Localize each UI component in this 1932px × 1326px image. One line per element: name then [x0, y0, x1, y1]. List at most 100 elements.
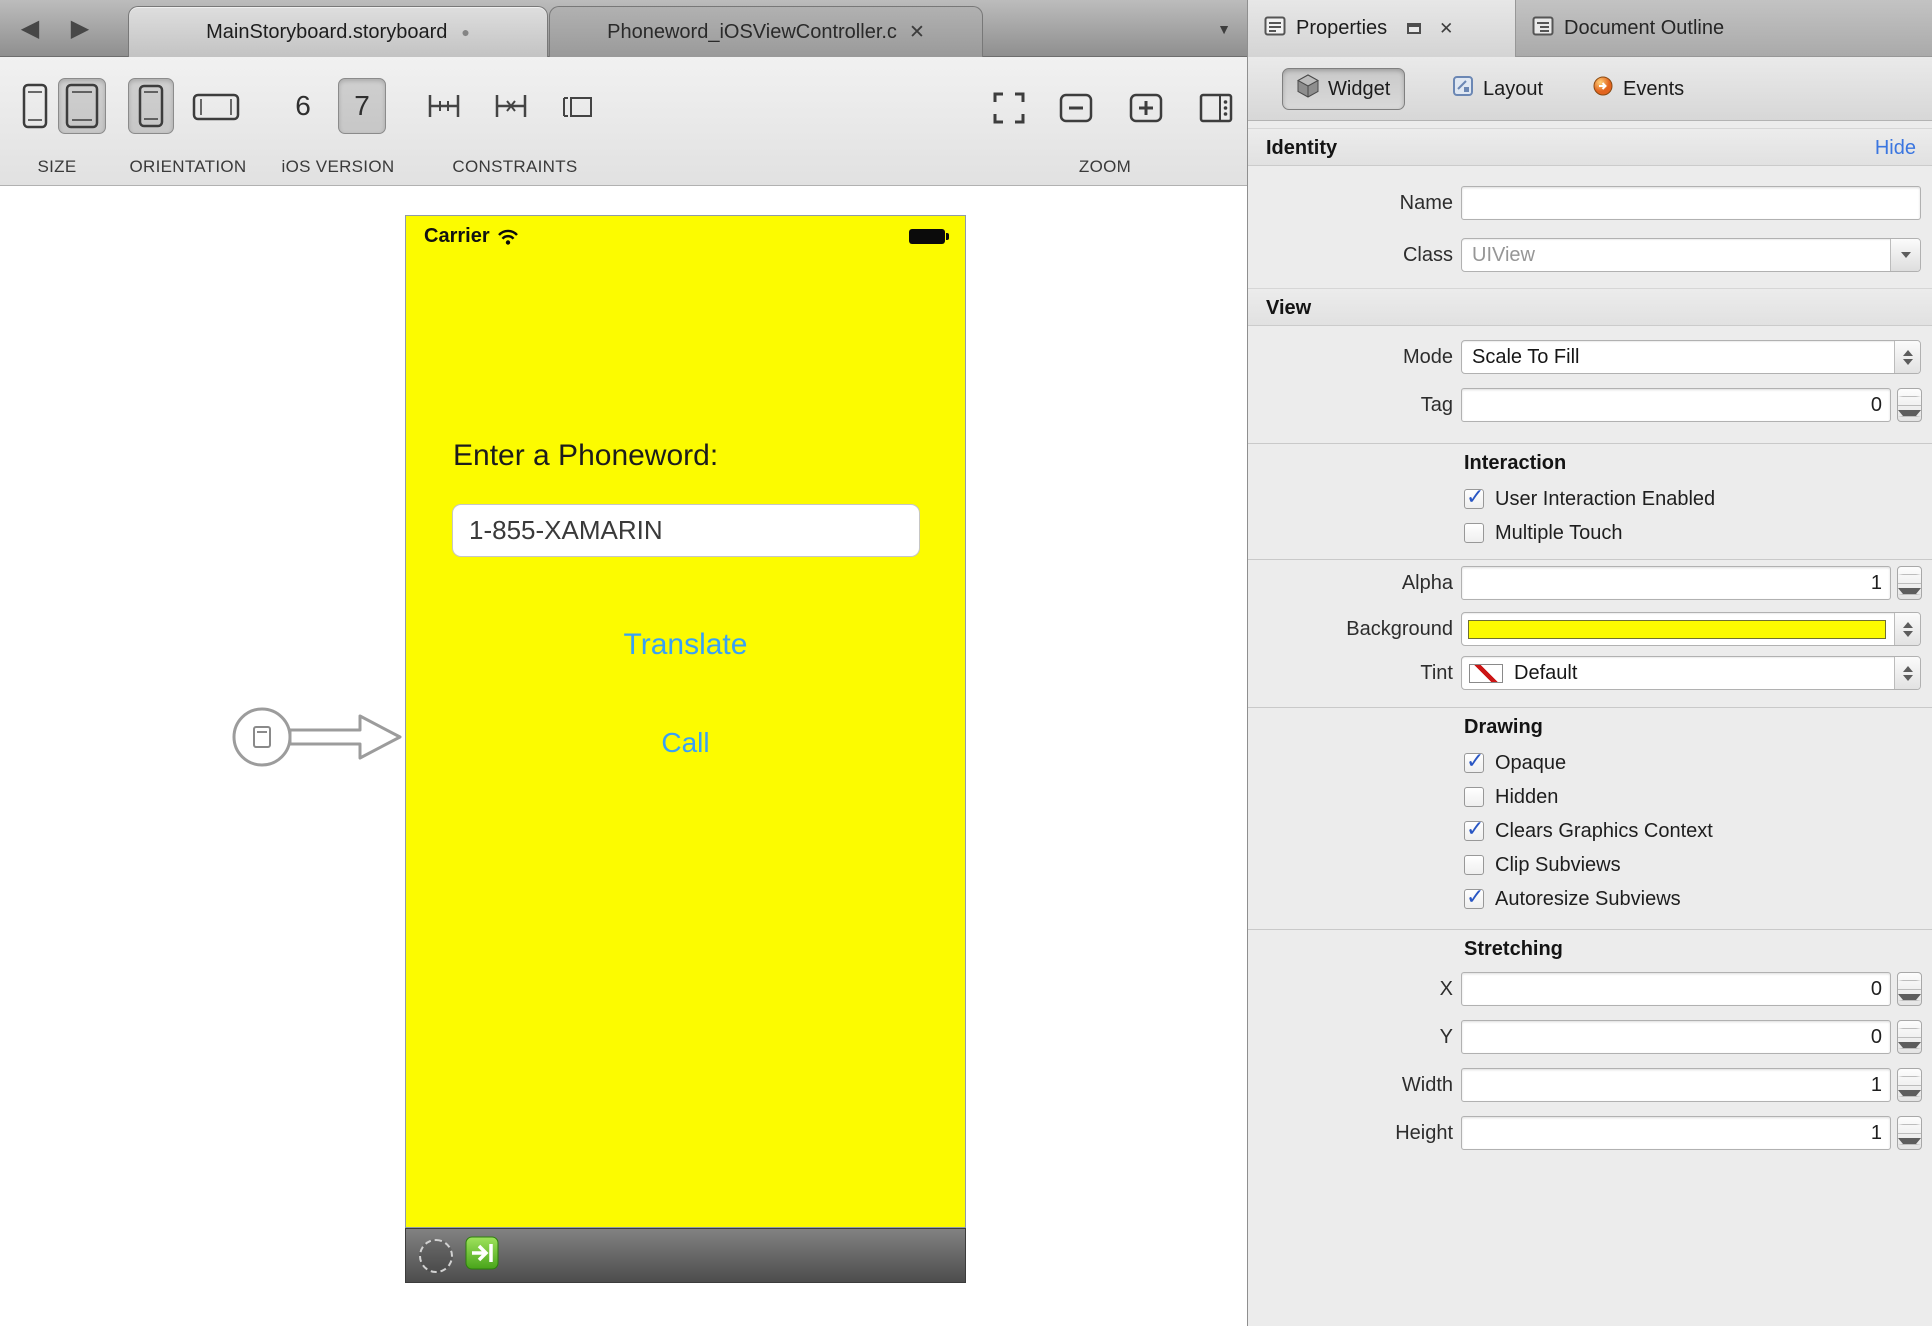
- initial-view-controller-arrow[interactable]: [228, 698, 408, 781]
- stretch-height-row: Height: [1248, 1116, 1932, 1150]
- x-stepper[interactable]: [1897, 972, 1922, 1006]
- alpha-label: Alpha: [1248, 566, 1453, 600]
- constraint-frame-icon[interactable]: [562, 91, 596, 121]
- tab-overflow-icon[interactable]: ▼: [1217, 0, 1231, 57]
- x-input[interactable]: [1461, 972, 1891, 1006]
- checkbox-label: Clears Graphics Context: [1495, 820, 1713, 843]
- phoneword-label[interactable]: Enter a Phoneword:: [453, 439, 718, 473]
- close-icon[interactable]: ✕: [1439, 19, 1453, 39]
- checkbox-label: Opaque: [1495, 752, 1566, 775]
- events-mode-button[interactable]: Events: [1578, 68, 1698, 110]
- design-surface[interactable]: Carrier Enter a Phoneword: Translate Cal…: [0, 186, 1247, 1326]
- no-color-swatch-icon: [1469, 664, 1503, 683]
- mode-label: Layout: [1483, 78, 1543, 101]
- class-value: UIView: [1472, 239, 1535, 271]
- checkbox-clip-subviews[interactable]: [1464, 855, 1484, 875]
- widget-cube-icon: [1297, 74, 1319, 104]
- root-view[interactable]: Carrier Enter a Phoneword: Translate Cal…: [405, 215, 966, 1228]
- first-responder-icon[interactable]: [419, 1239, 453, 1273]
- background-color-well[interactable]: [1461, 612, 1921, 646]
- battery-icon: [909, 229, 945, 244]
- ios7-button[interactable]: 7: [338, 78, 386, 134]
- checkbox-user-interaction-enabled[interactable]: [1464, 489, 1484, 509]
- height-stepper[interactable]: [1897, 1116, 1922, 1150]
- tint-row: Tint Default: [1248, 656, 1932, 690]
- scene-toolbar: [405, 1228, 966, 1283]
- tab-label: MainStoryboard.storyboard: [206, 21, 447, 44]
- orientation-portrait-icon[interactable]: [128, 78, 174, 134]
- designer-toolbar: SIZE ORIENTATION 6 7 iOS VERSION: [0, 57, 1247, 186]
- class-combo[interactable]: UIView: [1461, 238, 1921, 272]
- exit-segue-icon[interactable]: [465, 1236, 499, 1275]
- checkbox-opaque[interactable]: [1464, 753, 1484, 773]
- checkbox-row: User Interaction Enabled: [1464, 487, 1715, 511]
- popup-arrows-icon: [1894, 657, 1920, 689]
- wifi-icon: [497, 228, 519, 245]
- inspector-mode-bar: Widget Layout Events: [1248, 57, 1932, 121]
- background-label: Background: [1248, 612, 1453, 646]
- widget-mode-button[interactable]: Widget: [1282, 68, 1405, 110]
- mode-popup[interactable]: Scale To Fill: [1461, 340, 1921, 374]
- tag-stepper[interactable]: [1897, 388, 1922, 422]
- zoom-out-icon[interactable]: [1058, 92, 1094, 124]
- ios6-button[interactable]: 6: [288, 90, 318, 122]
- tint-popup[interactable]: Default: [1461, 656, 1921, 690]
- forward-button[interactable]: ▶: [58, 0, 102, 57]
- width-stepper[interactable]: [1897, 1068, 1922, 1102]
- divider: [1248, 929, 1932, 930]
- call-button[interactable]: Call: [406, 727, 965, 759]
- y-label: Y: [1248, 1020, 1453, 1054]
- mode-row: Mode Scale To Fill: [1248, 340, 1932, 374]
- y-input[interactable]: [1461, 1020, 1891, 1054]
- layout-mode-button[interactable]: Layout: [1438, 68, 1557, 110]
- dropdown-button[interactable]: [1890, 239, 1920, 271]
- checkbox-hidden[interactable]: [1464, 787, 1484, 807]
- checkbox-label: Hidden: [1495, 786, 1558, 809]
- zoom-fit-icon[interactable]: [992, 91, 1026, 125]
- drawing-header: Drawing: [1464, 716, 1543, 739]
- popup-arrows-icon: [1894, 613, 1920, 645]
- checkbox-clears-graphics-context[interactable]: [1464, 821, 1484, 841]
- background-row: Background: [1248, 612, 1932, 646]
- stretching-header: Stretching: [1464, 938, 1563, 961]
- constraint-width-icon[interactable]: [425, 91, 463, 121]
- detach-icon[interactable]: [1407, 23, 1421, 34]
- name-input[interactable]: [1461, 186, 1921, 220]
- alpha-input[interactable]: [1461, 566, 1891, 600]
- size-large-icon[interactable]: [58, 78, 106, 134]
- y-stepper[interactable]: [1897, 1020, 1922, 1054]
- checkbox-row: Opaque: [1464, 751, 1566, 775]
- close-icon[interactable]: ✕: [909, 21, 925, 44]
- tab-viewcontroller[interactable]: Phoneword_iOSViewController.c ✕: [549, 6, 983, 57]
- tag-input[interactable]: [1461, 388, 1891, 422]
- phoneword-text-field[interactable]: [452, 504, 920, 557]
- mode-label: Widget: [1328, 78, 1390, 101]
- checkbox-multiple-touch[interactable]: [1464, 523, 1484, 543]
- checkbox-row: Hidden: [1464, 785, 1558, 809]
- checkbox-label: User Interaction Enabled: [1495, 488, 1715, 511]
- document-tab-bar: ◀ ▶ MainStoryboard.storyboard ● Phonewor…: [0, 0, 1247, 57]
- hide-link[interactable]: Hide: [1875, 129, 1916, 167]
- orientation-landscape-icon[interactable]: [192, 93, 240, 121]
- zoom-actual-size-icon[interactable]: [1198, 92, 1234, 124]
- tab-mainstoryboard[interactable]: MainStoryboard.storyboard ●: [128, 6, 548, 57]
- alpha-stepper[interactable]: [1897, 566, 1922, 600]
- constraint-spacing-icon[interactable]: [492, 91, 530, 121]
- width-input[interactable]: [1461, 1068, 1891, 1102]
- height-input[interactable]: [1461, 1116, 1891, 1150]
- tab-properties[interactable]: Properties ✕: [1248, 0, 1516, 57]
- checkbox-autoresize-subviews[interactable]: [1464, 889, 1484, 909]
- tab-document-outline[interactable]: Document Outline: [1516, 0, 1932, 57]
- translate-button[interactable]: Translate: [406, 628, 965, 662]
- view-controller[interactable]: Carrier Enter a Phoneword: Translate Cal…: [405, 215, 966, 1283]
- stretch-y-row: Y: [1248, 1020, 1932, 1054]
- checkbox-row: Clip Subviews: [1464, 853, 1621, 877]
- back-button[interactable]: ◀: [8, 0, 52, 57]
- zoom-in-icon[interactable]: [1128, 92, 1164, 124]
- section-title: Identity: [1266, 129, 1337, 167]
- size-iphone-icon[interactable]: [22, 83, 48, 129]
- section-title: View: [1266, 289, 1311, 327]
- designer-window: ◀ ▶ MainStoryboard.storyboard ● Phonewor…: [0, 0, 1932, 1326]
- checkbox-label: Clip Subviews: [1495, 854, 1621, 877]
- identity-section-header: Identity Hide: [1248, 128, 1932, 166]
